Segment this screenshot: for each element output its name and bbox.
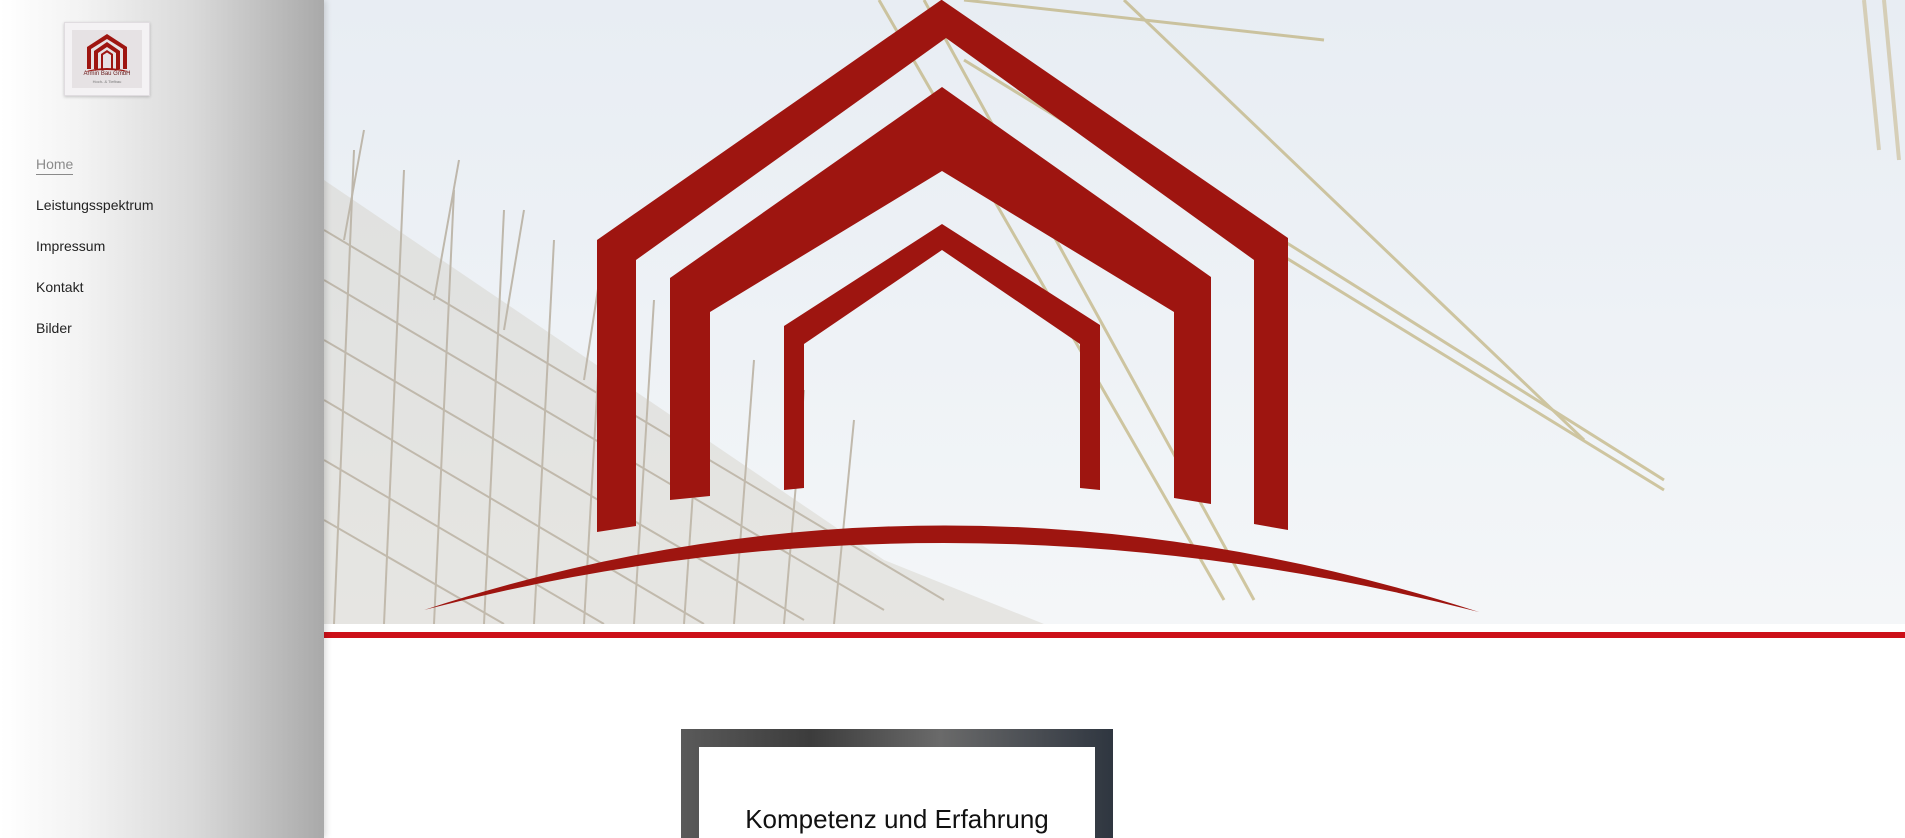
logo-company-name: Armin Bau GmbH bbox=[83, 71, 131, 77]
divider-line bbox=[324, 632, 1905, 638]
nav-link-kontakt[interactable]: Kontakt bbox=[36, 279, 83, 297]
structure-right bbox=[1862, 0, 1901, 161]
sidebar: Armin Bau GmbH Hoch- & Tiefbau Home Leis… bbox=[0, 0, 324, 838]
nav-link-home[interactable]: Home bbox=[36, 156, 74, 175]
nav-item-leistungsspektrum: Leistungsspektrum bbox=[36, 197, 154, 238]
nav-link-leistungsspektrum[interactable]: Leistungsspektrum bbox=[36, 197, 154, 215]
main-navigation: Home Leistungsspektrum Impressum Kontakt… bbox=[36, 156, 154, 361]
logo-inner: Armin Bau GmbH Hoch- & Tiefbau bbox=[72, 30, 142, 88]
hero-banner bbox=[324, 0, 1905, 624]
nav-link-bilder[interactable]: Bilder bbox=[36, 320, 72, 338]
nav-item-home: Home bbox=[36, 156, 154, 197]
nav-link-impressum[interactable]: Impressum bbox=[36, 238, 105, 256]
page: Armin Bau GmbH Hoch- & Tiefbau Home Leis… bbox=[0, 0, 1905, 838]
logo-tagline: Hoch- & Tiefbau bbox=[92, 79, 122, 84]
card-title: Kompetenz und Erfahrung bbox=[745, 804, 1049, 834]
house-logo-icon bbox=[84, 34, 130, 72]
hero-construction-image bbox=[324, 0, 1901, 624]
nav-item-bilder: Bilder bbox=[36, 320, 154, 361]
site-logo[interactable]: Armin Bau GmbH Hoch- & Tiefbau bbox=[64, 22, 150, 96]
content-card: Kompetenz und Erfahrung bbox=[699, 747, 1095, 838]
nav-item-impressum: Impressum bbox=[36, 238, 154, 279]
nav-item-kontakt: Kontakt bbox=[36, 279, 154, 320]
